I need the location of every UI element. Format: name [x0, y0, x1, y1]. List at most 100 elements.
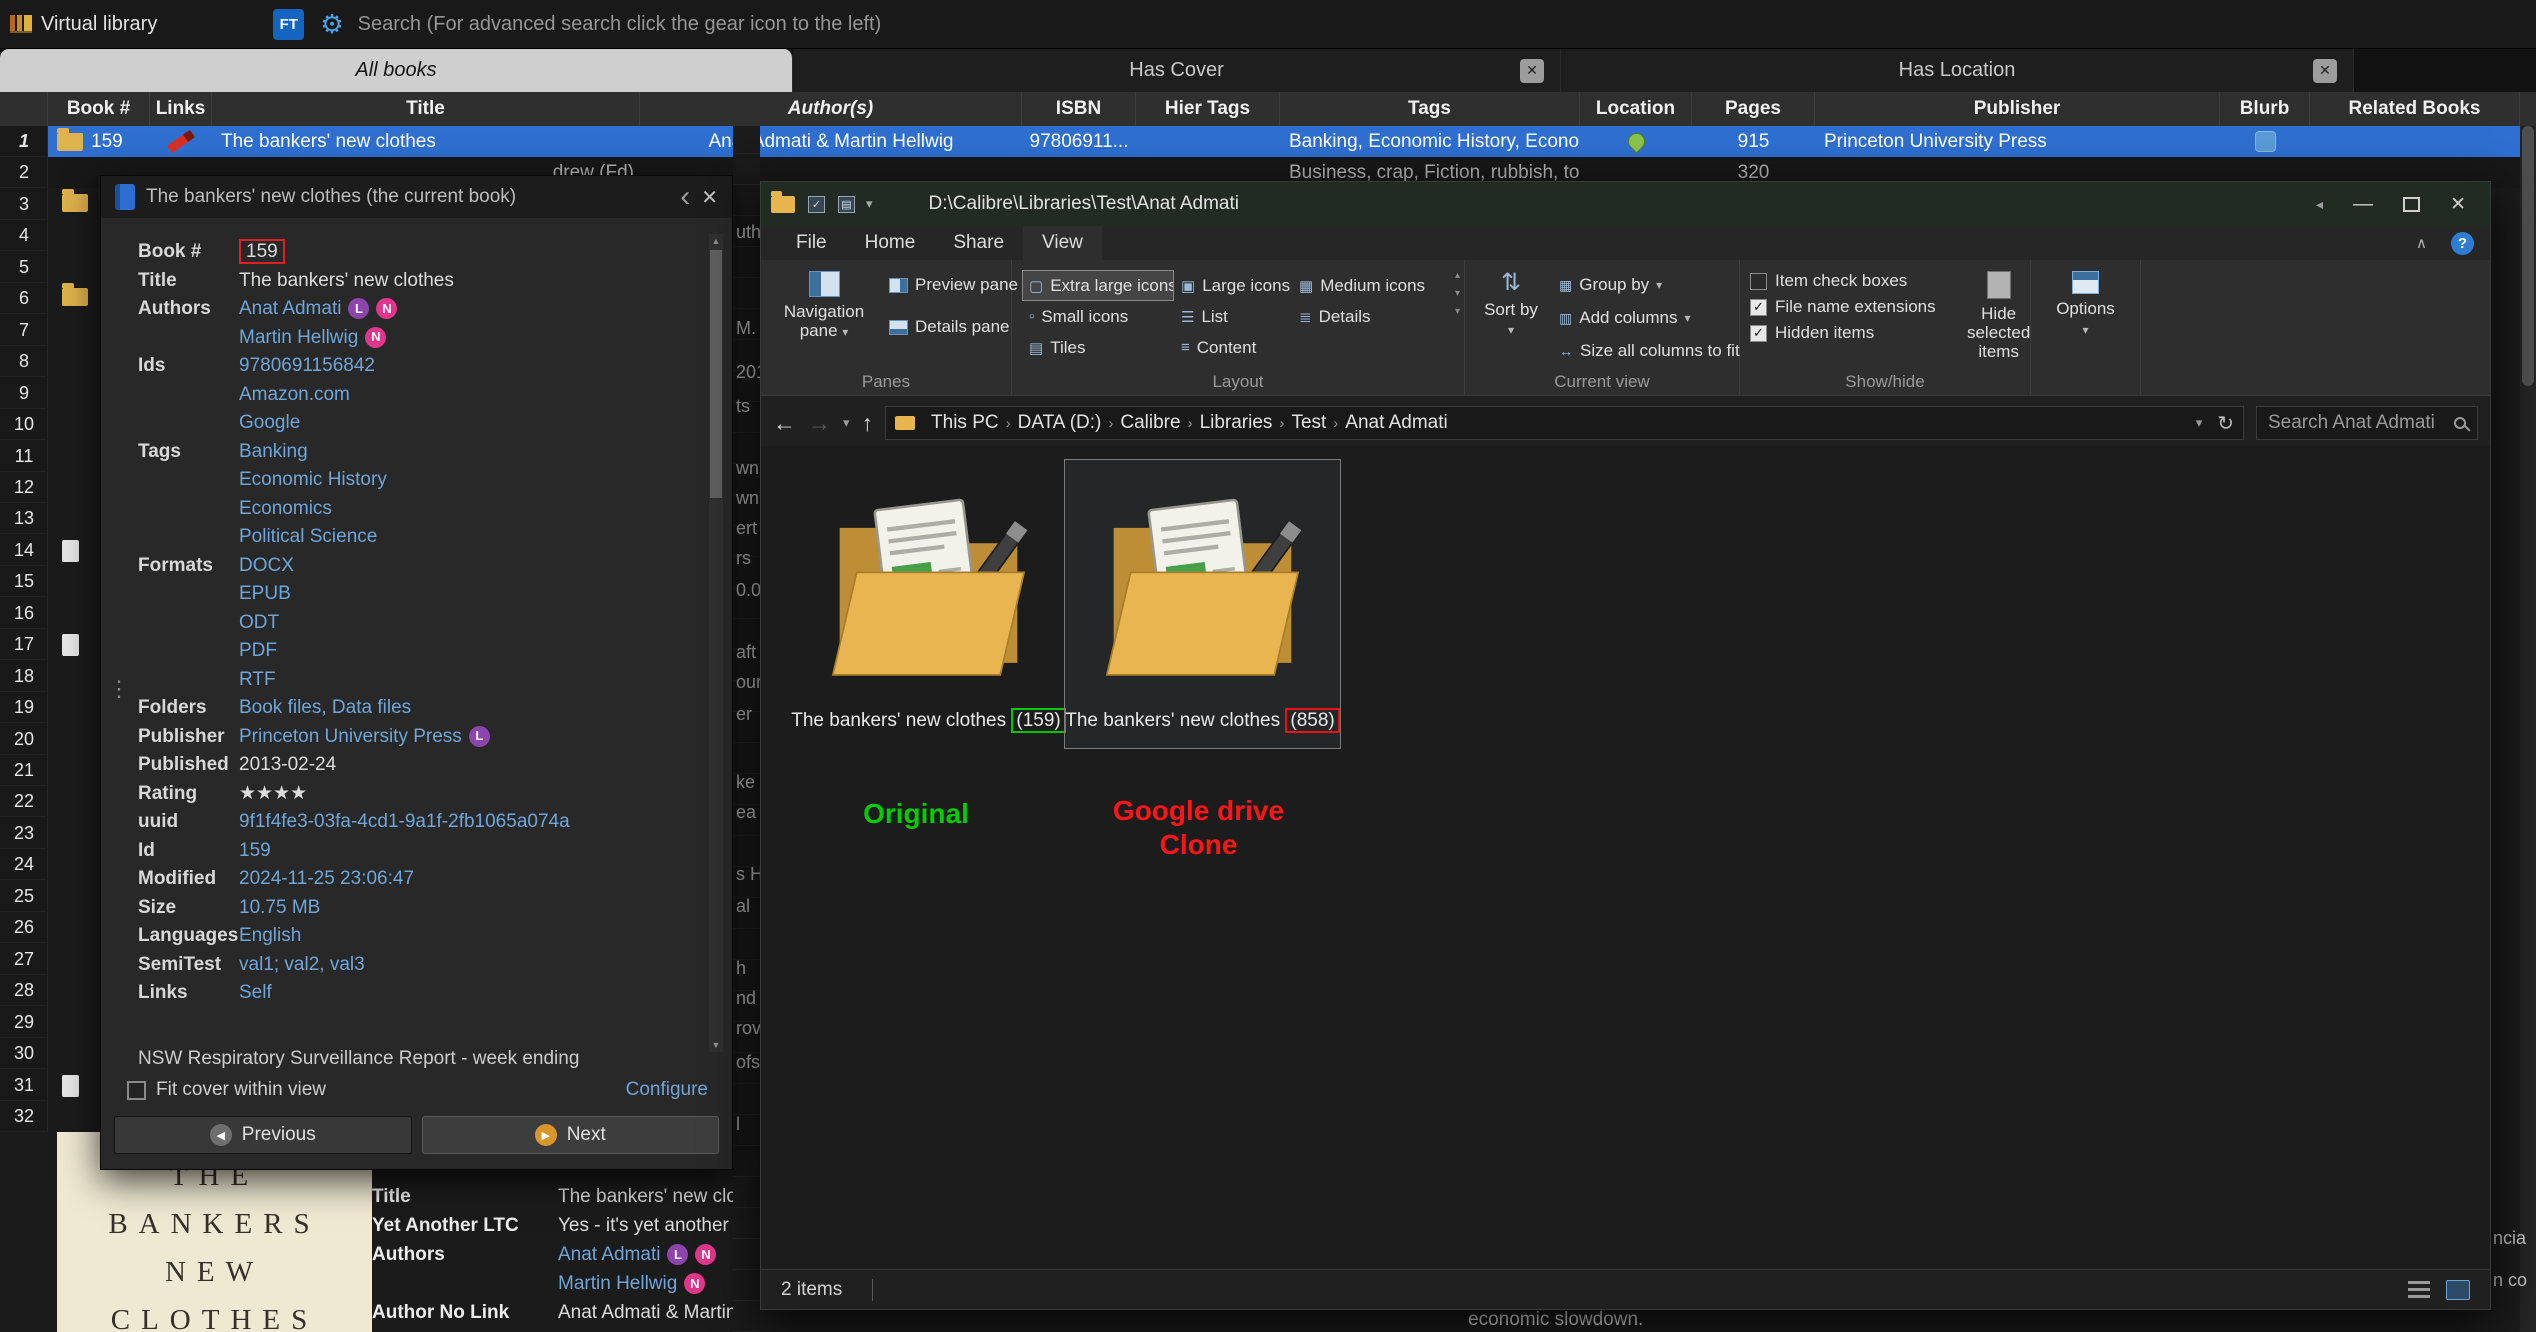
detail-link[interactable]: Amazon.com [239, 381, 706, 410]
detail-link[interactable]: Economics [239, 495, 706, 524]
row-number[interactable]: 22 [0, 786, 48, 817]
detail-link[interactable]: 9f1f4fe3-03fa-4cd1-9a1f-2fb1065a074a [239, 808, 706, 837]
layout-option[interactable]: ☰List [1174, 301, 1292, 332]
size-columns-button[interactable]: ↔ Size all columns to fit [1555, 338, 1744, 364]
column-header-publisher[interactable]: Publisher [1815, 92, 2220, 126]
layout-option[interactable]: ≡Content [1174, 332, 1292, 363]
detail-link[interactable]: Book files, Data files [239, 694, 706, 723]
layout-option[interactable]: ▦Medium icons [1292, 270, 1442, 301]
layout-scrollbar[interactable]: ▴ ▾ ▾ [1455, 270, 1460, 317]
detail-link[interactable]: English [239, 922, 706, 951]
layout-option[interactable]: ▢Extra large icons [1022, 270, 1174, 301]
minimize-button[interactable]: — [2353, 193, 2373, 216]
column-header-pages[interactable]: Pages [1692, 92, 1815, 126]
column-header-hier-tags[interactable]: Hier Tags [1136, 92, 1280, 126]
column-header-blurb[interactable]: Blurb [2220, 92, 2310, 126]
row-number[interactable]: 32 [0, 1101, 48, 1132]
virtual-library-button[interactable]: Virtual library [10, 13, 157, 36]
detail-link[interactable]: Anat AdmatiLN [239, 295, 706, 324]
row-number[interactable]: 16 [0, 598, 48, 629]
forward-button[interactable]: → [808, 412, 831, 435]
close-button[interactable]: ✕ [2450, 193, 2466, 216]
detail-link[interactable]: Economic History [239, 466, 706, 495]
qat-customize-chevron-icon[interactable]: ▾ [866, 196, 873, 212]
ribbon-checkbox-row[interactable]: ✓File name extensions [1750, 297, 1936, 317]
row-number[interactable]: 27 [0, 944, 48, 975]
detail-link[interactable]: Banking [239, 438, 706, 467]
ft-icon[interactable]: FT [273, 9, 304, 40]
row-number[interactable]: 20 [0, 724, 48, 755]
options-button[interactable]: Options ▾ [2044, 268, 2128, 340]
detail-link[interactable]: Political Science [239, 523, 706, 552]
breadcrumb-item[interactable]: Calibre [1113, 412, 1187, 434]
row-number[interactable]: 31 [0, 1070, 48, 1101]
breadcrumb-item[interactable]: Anat Admati [1338, 412, 1454, 434]
row-number[interactable]: 13 [0, 503, 48, 534]
folder-item[interactable]: The bankers' new clothes (159) [790, 459, 1067, 749]
collapse-ribbon-icon[interactable]: ∧ [2416, 234, 2427, 252]
tab-all-books[interactable]: All books [0, 49, 793, 92]
scroll-up-icon[interactable]: ▴ [1455, 270, 1460, 281]
help-icon[interactable]: ? [2451, 232, 2474, 255]
back-button[interactable]: ← [773, 412, 796, 435]
popup-scrollbar[interactable]: ▲ ▼ [709, 234, 723, 1052]
tab-view[interactable]: View [1023, 226, 1102, 260]
recent-locations-chevron-icon[interactable]: ▾ [843, 415, 850, 431]
breadcrumb-item[interactable]: Test [1284, 412, 1333, 434]
search-gear-icon[interactable]: ⚙ [320, 11, 343, 37]
previous-button[interactable]: ◀ Previous [114, 1116, 412, 1154]
row-number[interactable]: 4 [0, 220, 48, 251]
column-header-links[interactable]: Links [150, 92, 212, 126]
detail-link[interactable]: 10.75 MB [239, 894, 706, 923]
details-pane-button[interactable]: Details pane [885, 314, 1022, 340]
detail-link[interactable]: Google [239, 409, 706, 438]
row-number[interactable]: 7 [0, 315, 48, 346]
detail-link[interactable]: val1; val2, val3 [239, 951, 706, 980]
detail-link[interactable]: 159 [239, 837, 706, 866]
row-number[interactable]: 10 [0, 409, 48, 440]
drag-handle-icon[interactable]: ⋮ [108, 676, 128, 702]
row-number[interactable]: 6 [0, 283, 48, 314]
detail-link[interactable]: ODT [239, 609, 706, 638]
details-view-icon[interactable] [2408, 1281, 2430, 1299]
sort-by-button[interactable]: ⇅ Sort by ▾ [1475, 268, 1547, 343]
navigation-pane-button[interactable]: Navigation pane ▾ [771, 268, 877, 345]
scrollbar-thumb[interactable] [710, 250, 722, 498]
row-number[interactable]: 9 [0, 378, 48, 409]
next-button[interactable]: ▶ Next [422, 1116, 720, 1154]
refresh-icon[interactable]: ↻ [2217, 411, 2234, 436]
layout-option[interactable]: ▫Small icons [1022, 301, 1174, 332]
breadcrumb-item[interactable]: DATA (D:) [1011, 412, 1109, 434]
row-number[interactable]: 29 [0, 1007, 48, 1038]
row-number[interactable]: 5 [0, 252, 48, 283]
detail-link[interactable]: Princeton University PressL [239, 723, 706, 752]
row-number[interactable]: 1 [0, 126, 48, 157]
ribbon-checkbox-row[interactable]: ✓Hidden items [1750, 323, 1936, 343]
up-button[interactable]: ↑ [862, 412, 874, 435]
tab-has-location[interactable]: Has Location ✕ [1561, 49, 2354, 92]
qat-new-folder-icon[interactable]: ▤ [838, 196, 855, 213]
row-number[interactable]: 11 [0, 441, 48, 472]
row-number[interactable]: 14 [0, 535, 48, 566]
row-number[interactable]: 25 [0, 881, 48, 912]
layout-option[interactable]: ≣Details [1292, 301, 1442, 332]
row-number[interactable]: 18 [0, 661, 48, 692]
column-header-title[interactable]: Title [212, 92, 640, 126]
column-header-book-num[interactable]: Book # [48, 92, 150, 126]
add-columns-button[interactable]: ▥ Add columns ▾ [1555, 305, 1744, 331]
detail-link[interactable]: Martin HellwigN [239, 324, 706, 353]
detail-link[interactable]: EPUB [239, 580, 706, 609]
fit-cover-checkbox[interactable] [127, 1081, 146, 1100]
close-icon[interactable]: ✕ [701, 185, 718, 210]
search-box[interactable]: Search Anat Admati [2256, 406, 2478, 440]
detail-link[interactable]: RTF [239, 666, 706, 695]
configure-link[interactable]: Configure [626, 1079, 708, 1101]
scroll-down-icon[interactable]: ▼ [709, 1040, 723, 1050]
breadcrumb-item[interactable]: This PC [924, 412, 1006, 434]
row-number[interactable]: 19 [0, 692, 48, 723]
column-header-location[interactable]: Location [1580, 92, 1692, 126]
row-number[interactable]: 21 [0, 755, 48, 786]
chevron-left-icon[interactable]: ‹ [680, 182, 690, 212]
table-row-selected[interactable]: 159 The bankers' new clothes Anat Admati… [48, 126, 2520, 157]
column-header-authors[interactable]: Author(s) [640, 92, 1022, 126]
